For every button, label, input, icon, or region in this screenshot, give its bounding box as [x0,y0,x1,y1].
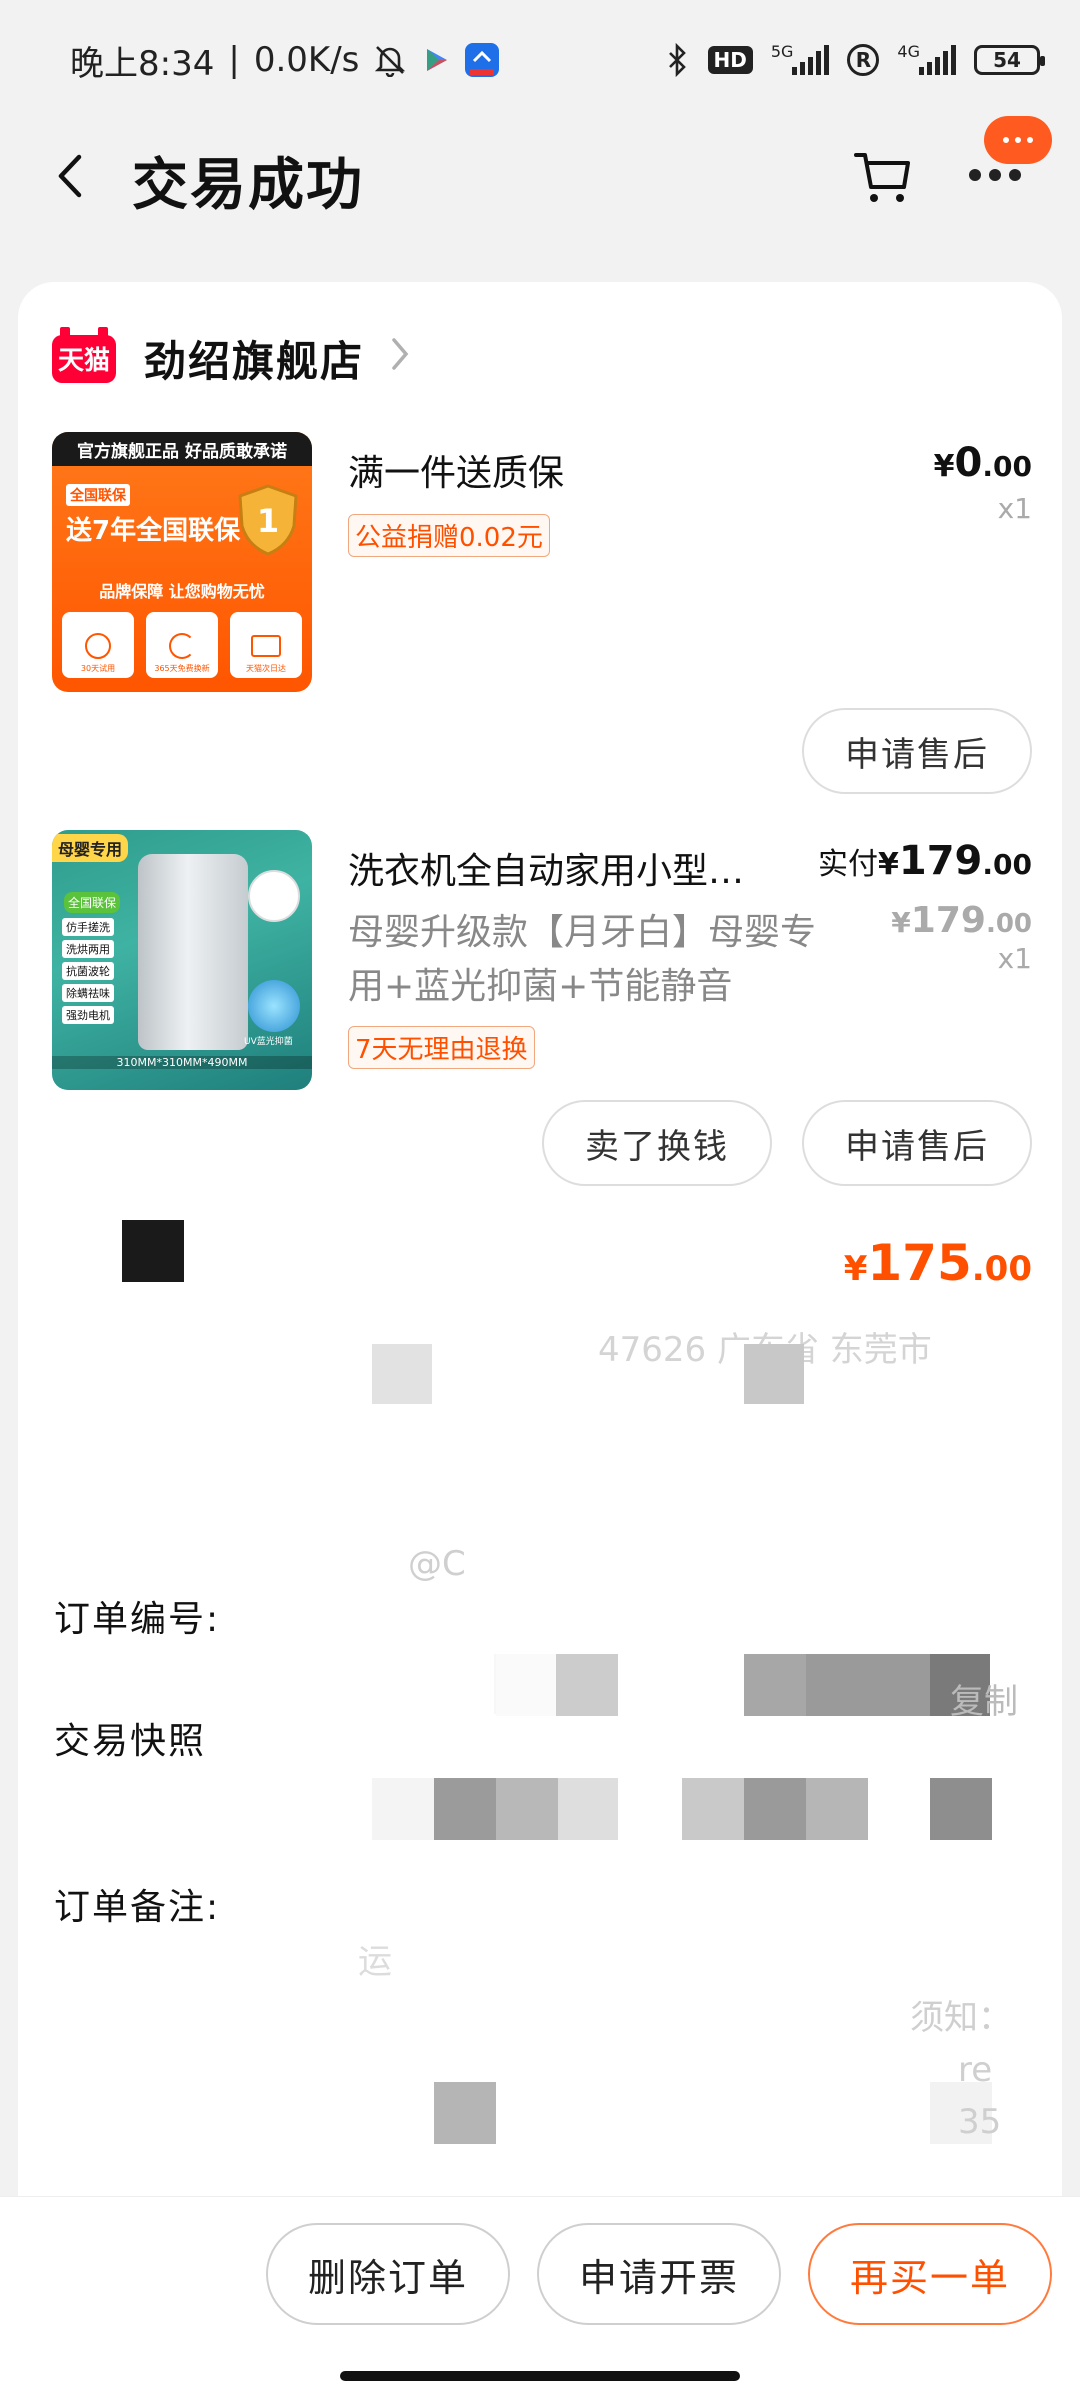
tmall-logo-icon: 天猫 [52,326,116,383]
redacted-block [122,1220,184,1282]
order-card: 天猫 劲绍旗舰店 官方旗舰正品 好品质敢承诺 全国联保 送7年全国联保 1 品牌… [18,282,1062,2282]
washer-image [138,854,248,1050]
shop-name: 劲绍旗舰店 [144,337,365,386]
thumb-headline: 送7年全国联保 [66,516,241,546]
mosaic-block [744,1654,806,1716]
product-paid-price: 实付¥179.00 [818,838,1032,884]
faint-yun-text: 运 [358,1942,392,1982]
uv-icon [248,980,300,1032]
uv-label: UV蓝光抑菌 [244,1037,293,1047]
back-button[interactable] [40,146,100,206]
washer-thumbnail[interactable]: 母婴专用 全国联保 仿手搓洗 洗烘两用 抗菌波轮 除螨祛味 强劲电机 UV蓝光抑… [52,830,312,1090]
more-dot-icon [969,169,981,181]
buy-again-button[interactable]: 再买一单 [808,2223,1052,2325]
product-variant: 母婴升级款【月牙白】母婴专用+蓝光抑菌+节能静音 [348,912,817,1007]
back-arrow-icon [58,154,82,198]
after-sales-button[interactable]: 申请售后 [802,708,1032,794]
product-price: ¥0.00 [933,440,1032,486]
thumb-badge: 全国联保 [64,892,121,913]
hd-badge: HD [707,46,753,74]
product-title[interactable]: 洗衣机全自动家用小型… [348,842,744,894]
chevron-right-icon [390,336,410,381]
mosaic-block [744,1344,804,1404]
faint-notice-text: 须知： [910,1998,1012,2038]
mosaic-block [744,1778,806,1840]
message-badge[interactable] [984,116,1052,164]
remark-label: 订单备注: [54,1887,221,1928]
bell-muted-icon [373,43,407,77]
separator: | [228,40,240,80]
signal-5g-icon: 5G [771,42,830,75]
mosaic-block [372,1344,432,1404]
status-left: 晚上8:34 | 0.0K/s [70,36,500,85]
product-quantity: x1 [997,942,1032,975]
thumb-tag: 母婴专用 [52,834,129,862]
feature-list: 仿手搓洗 洗烘两用 抗菌波轮 除螨祛味 强劲电机 [62,918,114,1024]
faint-at-text: @C [408,1544,466,1584]
copy-link-faint[interactable]: 复制 [950,1674,1018,1723]
product-quantity: x1 [997,492,1032,525]
shop-row[interactable]: 天猫 劲绍旗舰店 [52,326,410,389]
bottom-action-bar: 删除订单 申请开票 再买一单 [0,2196,1080,2400]
svg-text:1: 1 [257,502,279,540]
status-right: HD 5G R 4G 54 [666,42,1045,77]
mosaic-block [806,1778,868,1840]
bluetooth-icon [666,43,690,77]
clock: 晚上8:34 [70,43,215,84]
order-number-label: 订单编号: [54,1599,221,1640]
page-title: 交易成功 [132,153,364,218]
delivery-truck-icon: 天猫次日达 [230,612,302,678]
cart-icon [854,153,910,202]
home-indicator[interactable] [340,2371,740,2381]
mosaic-block [930,1778,992,1840]
mosaic-block [556,1654,618,1716]
mosaic-block [496,1654,558,1716]
thumb-icon-row: 30天试用 365天免费换新 天猫次日达 [62,612,302,678]
mosaic-block [558,1778,618,1840]
more-dot-icon [1009,169,1021,181]
after-sales-button[interactable]: 申请售后 [802,1100,1032,1186]
order-total: ¥175.00 [843,1234,1032,1292]
thumb-tag: 全国联保 [66,484,130,506]
resell-button[interactable]: 卖了换钱 [542,1100,772,1186]
return-policy-tag: 7天无理由退换 [348,1026,535,1069]
snapshot-label[interactable]: 交易快照 [54,1712,206,1764]
network-speed: 0.0K/s [253,40,360,80]
faint-num-text: 35 [958,2102,1002,2142]
charity-tag: 公益捐赠0.02元 [348,514,550,557]
mosaic-block [372,1778,434,1840]
play-store-icon [421,45,451,75]
status-bar: 晚上8:34 | 0.0K/s HD 5G R 4G 54 [0,0,1080,120]
battery-icon: 54 [974,45,1045,75]
product-title[interactable]: 满一件送质保 [348,444,564,496]
trial-icon: 30天试用 [62,612,134,678]
mosaic-block [434,1778,496,1840]
product-washing-machine[interactable]: 母婴专用 全国联保 仿手搓洗 洗烘两用 抗菌波轮 除螨祛味 强劲电机 UV蓝光抑… [52,830,1032,1270]
size-label: 310MM*310MM*490MM [52,1056,312,1069]
request-invoice-button[interactable]: 申请开票 [537,2223,781,2325]
mosaic-block [806,1654,930,1716]
thumb-line: 品牌保障 让您购物无忧 [99,582,265,601]
shield-icon: 1 [236,482,300,562]
product-original-price: ¥179.00 [891,900,1032,941]
registered-icon: R [847,44,880,76]
title-bar: 交易成功 [0,120,1080,230]
mosaic-block [682,1778,744,1840]
basket-icon [248,870,300,922]
thumb-top-text: 官方旗舰正品 好品质敢承诺 [52,432,312,466]
delete-order-button[interactable]: 删除订单 [266,2223,510,2325]
refresh-icon: 365天免费换新 [146,612,218,678]
product-warranty[interactable]: 官方旗舰正品 好品质敢承诺 全国联保 送7年全国联保 1 品牌保障 让您购物无忧… [52,432,1032,842]
more-dot-icon [989,169,1001,181]
mosaic-block [434,2082,496,2144]
mosaic-block [496,1778,558,1840]
app-notification-icon [465,43,500,77]
signal-4g-icon: 4G [897,42,956,75]
cart-button[interactable] [848,142,918,212]
warranty-thumbnail[interactable]: 官方旗舰正品 好品质敢承诺 全国联保 送7年全国联保 1 品牌保障 让您购物无忧… [52,432,312,692]
